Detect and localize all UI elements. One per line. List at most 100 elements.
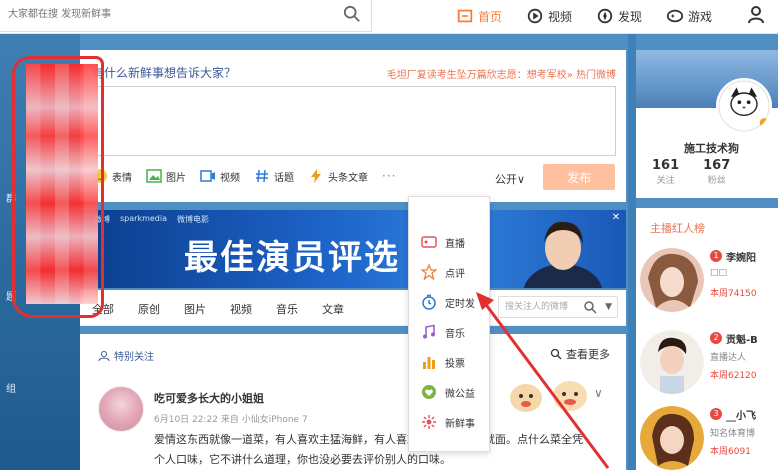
gamepad-icon [666, 9, 684, 23]
nav-discover-label: 发现 [618, 9, 643, 24]
redaction-block [26, 64, 98, 304]
user-icon[interactable] [746, 4, 766, 24]
profile-card: 施工技术狗 161 关注 167 粉丝 [636, 50, 778, 198]
left-nav-item[interactable]: 组 [6, 380, 16, 395]
nav-games-label: 游戏 [688, 9, 713, 24]
profile-name[interactable]: 施工技术狗 [684, 140, 739, 156]
banner-logo: 微博电影 [177, 215, 209, 224]
fresh-icon [422, 415, 436, 429]
tool-video[interactable]: 视频 [200, 168, 240, 184]
article-icon [311, 169, 321, 183]
fans-label: 粉丝 [707, 176, 726, 186]
special-follow-header[interactable]: 特别关注 [98, 348, 154, 363]
streamer-ranking: 主播红人榜 1 李婉阳 □□ 本周74150 2 贡魁-B 直播达人 本周621… [636, 208, 778, 470]
annotation-arrow [476, 292, 610, 469]
tool-topic[interactable]: 话题 [254, 168, 294, 184]
right-gutter-bg [628, 34, 636, 470]
follow-stat[interactable]: 161 关注 [652, 158, 679, 186]
tab-music[interactable]: 音乐 [276, 301, 298, 317]
feed-tab-list: 全部 原创 图片 视频 音乐 文章 [92, 301, 344, 317]
tool-article[interactable]: 头条文章 [308, 168, 368, 184]
promo-banner[interactable]: 微博 sparkmedia 微博电影 最佳演员评选 ✕ [80, 210, 626, 288]
rank-name: 贡魁-B [726, 335, 758, 346]
fans-stat[interactable]: 167 粉丝 [703, 158, 730, 186]
profile-stats: 161 关注 167 粉丝 [652, 158, 730, 186]
avatar [640, 330, 704, 394]
music-icon [423, 324, 435, 339]
menu-item-live[interactable]: 直播 [409, 227, 491, 257]
review-icon [421, 264, 437, 280]
follow-label: 关注 [656, 176, 675, 186]
nav-games[interactable]: 游戏 [666, 4, 712, 28]
rank-week: 本周74150 [710, 289, 757, 299]
rank-week: 本周62120 [710, 371, 757, 381]
follow-count: 161 [652, 158, 680, 173]
hot-topic-link[interactable]: 毛坦厂复读考生坠万篇欣志愿：想考军校» 热门微博 [387, 66, 616, 81]
rank-name: __小飞 [726, 411, 756, 422]
live-icon [421, 236, 437, 248]
composer-textarea[interactable] [92, 86, 616, 156]
person-icon [98, 350, 110, 361]
search-icon[interactable] [343, 5, 361, 23]
avatar [640, 248, 704, 312]
rank-number: 1 [710, 250, 722, 262]
global-search-input[interactable] [0, 2, 330, 26]
rank-number: 3 [710, 408, 722, 420]
nav-home[interactable]: 首页 [456, 4, 502, 28]
post-author[interactable]: 吃可爱多长大的小姐姐 [154, 390, 264, 406]
avatar[interactable] [716, 78, 772, 134]
global-search-box [0, 0, 372, 32]
list-item[interactable]: 3 __小飞 知名体育博 本周6091 [636, 406, 778, 470]
tool-article-label: 头条文章 [328, 172, 368, 184]
top-navigation-bar: 首页 视频 发现 游戏 [0, 0, 778, 34]
menu-item-review[interactable]: 点评 [409, 257, 491, 287]
clock-icon [422, 294, 436, 310]
nav-video[interactable]: 视频 [526, 4, 572, 28]
menu-item-label: 直播 [445, 238, 465, 250]
tool-image[interactable]: 图片 [146, 168, 186, 184]
avatar[interactable] [98, 386, 144, 432]
menu-item-label: 点评 [445, 268, 465, 280]
image-icon [146, 169, 162, 183]
video-nav-icon [527, 8, 543, 24]
rank-desc: 知名体育博 [710, 429, 756, 439]
charity-icon [422, 385, 436, 399]
video-icon [200, 170, 215, 182]
close-icon[interactable]: ✕ [610, 212, 622, 224]
tab-original[interactable]: 原创 [138, 301, 160, 317]
tool-topic-label: 话题 [274, 172, 294, 184]
tool-emoji-label: 表情 [112, 172, 132, 184]
composer-toolbar: 表情 图片 视频 话题 头条文章 ··· [92, 168, 396, 184]
home-icon [457, 9, 473, 23]
rank-desc: □□ [710, 268, 728, 278]
rank-number: 2 [710, 332, 722, 344]
menu-item-label: 音乐 [445, 328, 465, 340]
nav-discover[interactable]: 发现 [596, 4, 642, 28]
tab-video[interactable]: 视频 [230, 301, 252, 317]
vote-icon [423, 357, 435, 369]
tab-images[interactable]: 图片 [184, 301, 206, 317]
send-button[interactable]: 发布 [543, 164, 615, 190]
topic-icon [256, 169, 268, 183]
tab-articles[interactable]: 文章 [322, 301, 344, 317]
rank-desc: 直播达人 [710, 353, 747, 363]
nav-home-label: 首页 [478, 9, 503, 24]
more-tools-button[interactable]: ··· [382, 169, 396, 183]
banner-logos: 微博 sparkmedia 微博电影 [94, 214, 209, 225]
avatar [640, 406, 704, 470]
ranking-title: 主播红人榜 [650, 222, 705, 235]
post-meta: 6月10日 22:22 来自 小仙女iPhone 7 [154, 415, 308, 425]
tool-video-label: 视频 [220, 172, 240, 184]
rank-week: 本周6091 [710, 447, 751, 457]
nav-video-label: 视频 [548, 9, 573, 24]
compass-icon [597, 8, 613, 24]
special-follow-label: 特别关注 [114, 352, 154, 363]
banner-logo: sparkmedia [120, 214, 167, 223]
list-item[interactable]: 1 李婉阳 □□ 本周74150 [636, 248, 778, 318]
visibility-select[interactable]: 公开∨ [495, 171, 525, 187]
top-nav: 首页 视频 发现 游戏 [456, 4, 712, 28]
tool-image-label: 图片 [166, 172, 186, 184]
fans-count: 167 [703, 158, 731, 173]
list-item[interactable]: 2 贡魁-B 直播达人 本周62120 [636, 330, 778, 400]
menu-item-label: 投票 [445, 358, 465, 370]
